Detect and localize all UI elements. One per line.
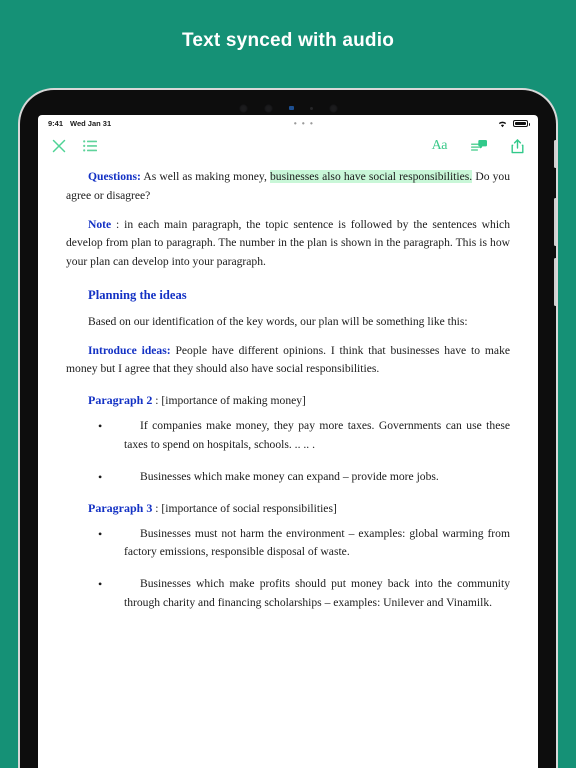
status-date: Wed Jan 31: [70, 119, 112, 128]
paragraph3-label: Paragraph 3 : [importance of social resp…: [88, 501, 510, 516]
list-item-text: Businesses which make money can expand –…: [140, 469, 439, 483]
bullet-icon: •: [98, 419, 103, 434]
list-item: • Businesses which make money can expand…: [66, 468, 510, 487]
sensor-dot-icon: [238, 103, 248, 113]
close-icon[interactable]: [52, 139, 66, 153]
note-paragraph: Note : in each main paragraph, the topic…: [66, 216, 510, 272]
document-body[interactable]: Questions: As well as making money, busi…: [38, 160, 538, 768]
questions-lead: Questions:: [88, 170, 141, 183]
paragraph3-bullet-list: • Businesses must not harm the environme…: [66, 525, 510, 613]
indicator-dot-icon: [288, 106, 294, 110]
introduce-paragraph: Introduce ideas: People have different o…: [66, 342, 510, 380]
volume-down-button[interactable]: [554, 258, 556, 306]
battery-icon: [513, 119, 530, 128]
ambient-sensor-icon: [328, 103, 338, 113]
audio-sync-highlight: businesses also have social responsibili…: [269, 170, 473, 183]
text-size-label: Aa: [431, 138, 448, 153]
annotate-icon[interactable]: [471, 139, 487, 153]
paragraph2-bullet-list: • If companies make money, they pay more…: [66, 417, 510, 486]
status-time: 9:41: [48, 119, 64, 128]
text-size-button[interactable]: Aa: [431, 138, 448, 153]
promo-headline: Text synced with audio: [181, 30, 395, 51]
list-item-text: If companies make money, they pay more t…: [124, 419, 510, 452]
status-center-dots: • • •: [293, 119, 315, 128]
power-button[interactable]: [554, 140, 556, 168]
reader-toolbar: Aa: [38, 132, 538, 160]
planning-heading: Planning the ideas: [88, 287, 187, 302]
bullet-icon: •: [98, 577, 103, 592]
list-item: • Businesses which make profits should p…: [66, 575, 510, 613]
microphone-dot-icon: [309, 106, 313, 110]
paragraph3-topic: : [importance of social responsibilities…: [152, 501, 337, 515]
list-item-text: Businesses which make profits should put…: [124, 577, 510, 609]
list-item-text: Businesses must not harm the environment…: [124, 526, 510, 559]
paragraph2-topic: : [importance of making money]: [152, 394, 306, 408]
device-sensor-array: [20, 100, 556, 116]
wifi-icon: [497, 120, 508, 128]
paragraph2-label: Paragraph 2 : [importance of making mone…: [88, 393, 510, 408]
camera-lens-icon: [263, 103, 273, 113]
introduce-lead: Introduce ideas:: [88, 343, 171, 357]
status-bar: 9:41 Wed Jan 31 • • •: [38, 115, 538, 132]
paragraph3-lead: Paragraph 3: [88, 500, 153, 515]
table-of-contents-icon[interactable]: [83, 140, 97, 152]
tablet-device: 9:41 Wed Jan 31 • • • Aa Questions: As w…: [20, 90, 556, 768]
paragraph2-lead: Paragraph 2: [88, 393, 153, 408]
list-item: • Businesses must not harm the environme…: [66, 525, 510, 563]
note-lead: Note: [88, 217, 112, 231]
share-icon[interactable]: [511, 138, 524, 154]
bullet-icon: •: [98, 469, 103, 484]
volume-up-button[interactable]: [554, 198, 556, 246]
questions-text-before: As well as making money,: [140, 170, 270, 183]
device-screen: 9:41 Wed Jan 31 • • • Aa Questions: As w…: [38, 115, 538, 768]
bullet-icon: •: [98, 526, 103, 541]
planning-paragraph: Based on our identification of the key w…: [88, 314, 468, 328]
list-item: • If companies make money, they pay more…: [66, 417, 510, 455]
note-text: : in each main paragraph, the topic sent…: [66, 217, 510, 269]
questions-paragraph: Questions: As well as making money, busi…: [66, 168, 510, 206]
